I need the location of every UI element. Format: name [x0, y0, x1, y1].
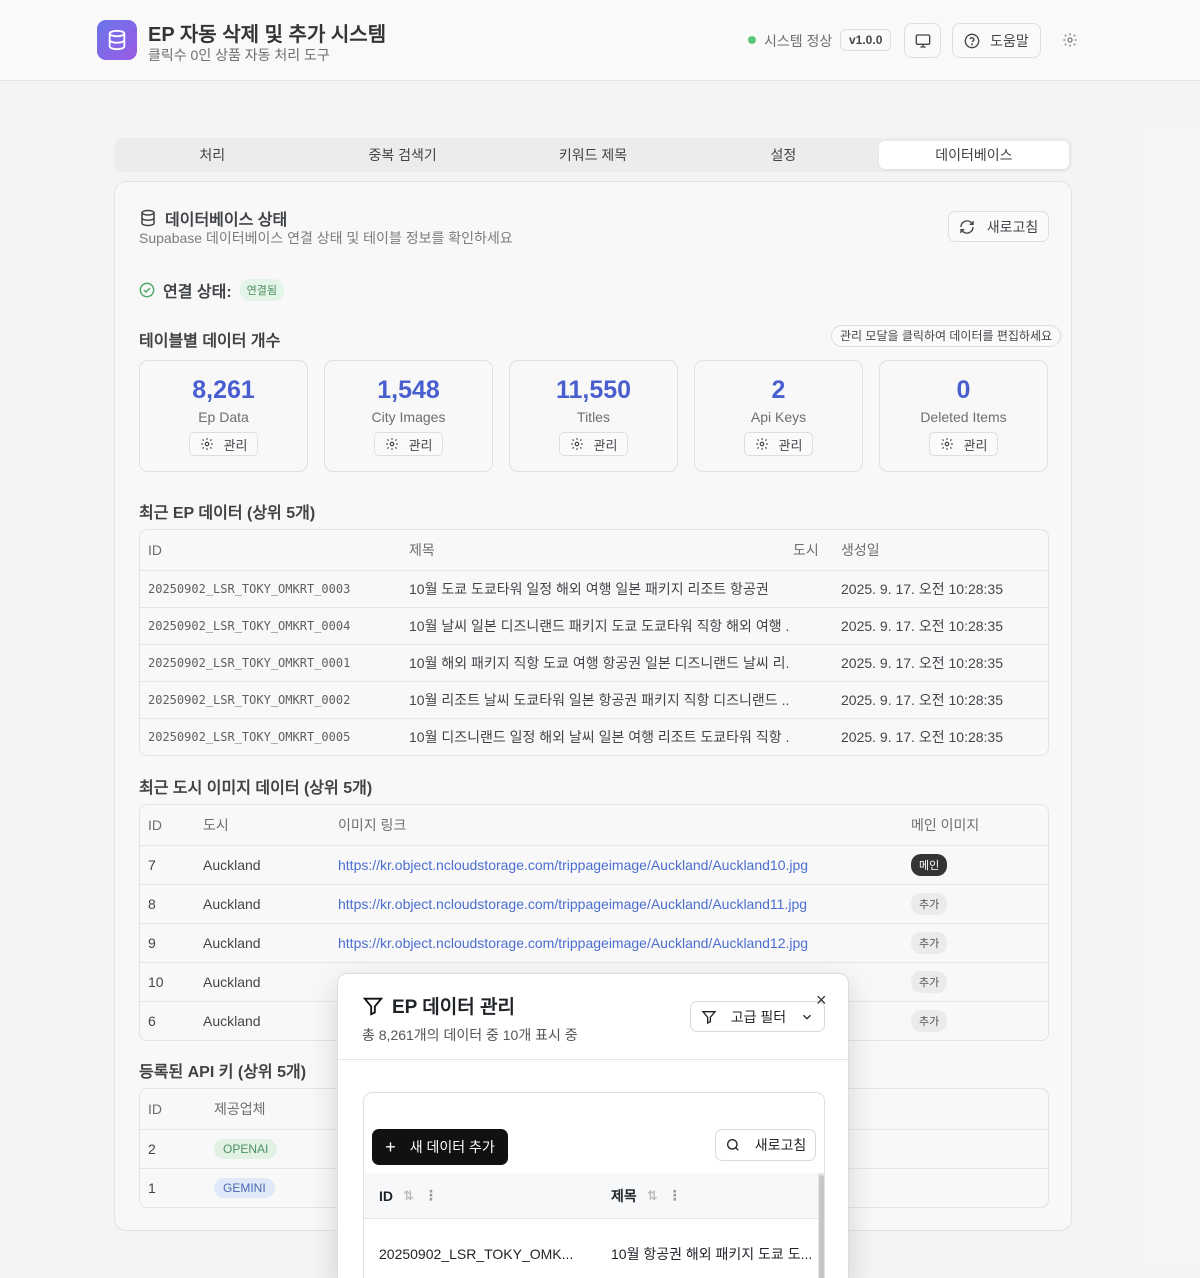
col-header-title[interactable]: 제목: [611, 1186, 637, 1206]
ep-data-grid: + 새 데이터 추가 새로고침 ID ⇅ ⋮ 제목 ⇅ ⋮ 20250902_L…: [363, 1092, 825, 1278]
search-refresh-button[interactable]: 새로고침: [715, 1129, 816, 1161]
search-icon: [726, 1139, 739, 1151]
sort-icon[interactable]: ⇅: [647, 1188, 658, 1204]
column-menu-icon[interactable]: ⋮: [668, 1187, 682, 1204]
add-data-label: 새 데이터 추가: [409, 1139, 495, 1155]
col-header-id[interactable]: ID: [379, 1188, 393, 1204]
ep-data-modal: EP 데이터 관리 총 8,261개의 데이터 중 10개 표시 중 고급 필터…: [337, 973, 849, 1278]
grid-title-cell: 10월 항공권 해외 패키지 도쿄 도...: [611, 1246, 813, 1262]
sort-icon[interactable]: ⇅: [403, 1188, 414, 1204]
modal-divider: [338, 1059, 848, 1060]
advanced-filter-button[interactable]: 고급 필터: [690, 1001, 825, 1032]
grid-scroll-thumb[interactable]: [819, 1175, 824, 1278]
add-data-button[interactable]: + 새 데이터 추가: [372, 1129, 508, 1165]
grid-row[interactable]: 20250902_LSR_TOKY_OMK... 10월 항공권 해외 패키지 …: [364, 1219, 818, 1278]
plus-icon: +: [385, 1137, 396, 1157]
modal-title-text: EP 데이터 관리: [392, 997, 515, 1018]
column-menu-icon[interactable]: ⋮: [424, 1187, 438, 1204]
chevron-down-icon: [803, 1014, 812, 1020]
filter-icon: [362, 997, 384, 1016]
close-icon[interactable]: ×: [816, 990, 827, 1011]
modal-title: EP 데이터 관리: [362, 992, 515, 1019]
advanced-filter-label: 고급 필터: [730, 1008, 787, 1025]
modal-subtitle: 총 8,261개의 데이터 중 10개 표시 중: [362, 1027, 578, 1043]
filter-icon: [701, 1010, 717, 1024]
search-refresh-label: 새로고침: [754, 1137, 807, 1153]
grid-id-cell: 20250902_LSR_TOKY_OMK...: [379, 1246, 574, 1262]
grid-header-row: ID ⇅ ⋮ 제목 ⇅ ⋮: [364, 1173, 818, 1219]
